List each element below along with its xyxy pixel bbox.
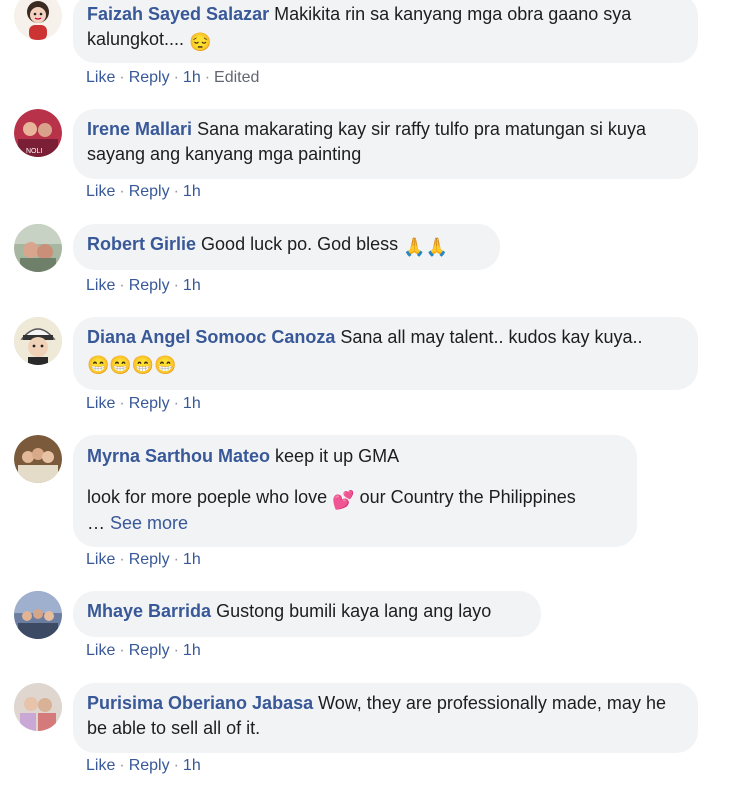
separator: · [173, 757, 179, 774]
comment-line: look for more poeple who love 💕 our Coun… [87, 485, 623, 513]
like-button[interactable]: Like [86, 69, 115, 86]
comment-actions: Like · Reply · 1h · Edited [86, 69, 259, 87]
like-button[interactable]: Like [86, 551, 115, 568]
separator: · [204, 69, 211, 86]
comment-actions: Like · Reply · 1h [86, 642, 201, 660]
comment-text: keep it up GMA [275, 446, 400, 466]
reply-button[interactable]: Reply [129, 642, 170, 659]
reply-button[interactable]: Reply [129, 395, 170, 412]
timestamp-link[interactable]: 1h [183, 277, 201, 294]
reply-button[interactable]: Reply [129, 183, 170, 200]
separator: · [119, 757, 125, 774]
comment-actions: Like · Reply · 1h [86, 395, 201, 413]
avatar[interactable] [14, 224, 62, 272]
comment-text: Sana all may talent.. kudos kay kuya.. [340, 327, 643, 347]
timestamp-link[interactable]: 1h [183, 395, 201, 412]
comment-actions: Like · Reply · 1h [86, 757, 201, 775]
comment-line: … See more [87, 511, 623, 536]
separator: · [173, 642, 179, 659]
comment-bubble: Mhaye Barrida Gustong bumili kaya lang a… [73, 591, 541, 637]
separator: · [173, 395, 179, 412]
comment-author[interactable]: Myrna Sarthou Mateo [87, 446, 270, 466]
comment-text: our Country the Philippines [359, 487, 576, 507]
separator: · [173, 69, 179, 86]
separator: · [173, 183, 179, 200]
comment-text: Gustong bumili kaya lang ang layo [216, 601, 492, 621]
see-more-link[interactable]: See more [110, 513, 188, 533]
like-button[interactable]: Like [86, 183, 115, 200]
timestamp-link[interactable]: 1h [183, 69, 201, 86]
comment-author[interactable]: Faizah Sayed Salazar [87, 4, 269, 24]
like-button[interactable]: Like [86, 395, 115, 412]
ellipsis: … [87, 513, 105, 533]
comment-line: Myrna Sarthou Mateo keep it up GMA [87, 444, 623, 469]
reply-button[interactable]: Reply [129, 69, 170, 86]
comment-bubble: Robert Girlie Good luck po. God bless 🙏🙏 [73, 224, 500, 270]
timestamp-link[interactable]: 1h [183, 642, 201, 659]
timestamp-link[interactable]: 1h [183, 551, 201, 568]
folded-hands-emoji-icon: 🙏🙏 [403, 237, 449, 257]
separator: · [119, 642, 125, 659]
separator: · [173, 277, 179, 294]
comment-author[interactable]: Robert Girlie [87, 234, 196, 254]
like-button[interactable]: Like [86, 277, 115, 294]
avatar[interactable] [14, 591, 62, 639]
comment-bubble: Irene Mallari Sana makarating kay sir ra… [73, 109, 698, 179]
avatar[interactable] [14, 435, 62, 483]
comment-bubble: Myrna Sarthou Mateo keep it up GMA look … [73, 435, 637, 547]
svg-text:NOLI: NOLI [26, 148, 42, 155]
pensive-emoji-icon: 😔 [189, 32, 212, 52]
avatar[interactable] [14, 317, 62, 365]
reply-button[interactable]: Reply [129, 277, 170, 294]
separator: · [119, 395, 125, 412]
comment-actions: Like · Reply · 1h [86, 551, 201, 569]
like-button[interactable]: Like [86, 642, 115, 659]
comment-actions: Like · Reply · 1h [86, 183, 201, 201]
comment-bubble: Faizah Sayed Salazar Makikita rin sa kan… [73, 0, 698, 63]
reply-button[interactable]: Reply [129, 757, 170, 774]
avatar[interactable] [14, 0, 62, 40]
separator: · [119, 551, 125, 568]
comment-text: Good luck po. God bless [201, 234, 399, 254]
comment-text: look for more poeple who love [87, 487, 328, 507]
reply-button[interactable]: Reply [129, 551, 170, 568]
timestamp-link[interactable]: 1h [183, 757, 201, 774]
separator: · [173, 551, 179, 568]
comment-author[interactable]: Purisima Oberiano Jabasa [87, 693, 313, 713]
comment-author[interactable]: Mhaye Barrida [87, 601, 211, 621]
grinning-emoji-icon: 😁😁😁😁 [87, 355, 177, 375]
separator: · [119, 277, 125, 294]
avatar[interactable]: NOLI [14, 109, 62, 157]
timestamp-link[interactable]: 1h [183, 183, 201, 200]
separator: · [119, 183, 125, 200]
comment-bubble: Diana Angel Somooc Canoza Sana all may t… [73, 317, 698, 390]
comment-author[interactable]: Irene Mallari [87, 119, 192, 139]
comment-author[interactable]: Diana Angel Somooc Canoza [87, 327, 335, 347]
two-hearts-emoji-icon: 💕 [332, 490, 355, 510]
avatar[interactable] [14, 683, 62, 731]
separator: · [119, 69, 125, 86]
like-button[interactable]: Like [86, 757, 115, 774]
comment-actions: Like · Reply · 1h [86, 277, 201, 295]
comment-bubble: Purisima Oberiano Jabasa Wow, they are p… [73, 683, 698, 753]
edited-label[interactable]: Edited [214, 69, 259, 86]
